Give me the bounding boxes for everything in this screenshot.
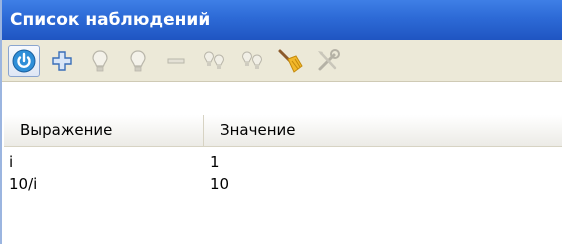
- bulb-button-2[interactable]: [122, 45, 154, 77]
- panel-title: Список наблюдений: [2, 0, 562, 40]
- watch-list-panel: Список наблюдений Выражение Значение i 1…: [0, 0, 562, 244]
- bulbs-button-1[interactable]: [198, 45, 230, 77]
- remove-watch-button[interactable]: [160, 45, 192, 77]
- add-watch-button[interactable]: [46, 45, 78, 77]
- settings-button[interactable]: [312, 45, 344, 77]
- bulbs-icon: [202, 49, 226, 73]
- bulbs-icon: [240, 49, 264, 73]
- table-row[interactable]: 10/i 10: [4, 173, 562, 195]
- watch-table: Выражение Значение i 1 10/i 10: [4, 115, 562, 195]
- bulb-icon: [128, 49, 148, 73]
- value-cell: 10: [210, 175, 230, 193]
- table-header: Выражение Значение: [4, 115, 562, 147]
- table-row[interactable]: i 1: [4, 151, 562, 173]
- tools-icon: [315, 48, 341, 74]
- expression-cell: i: [9, 153, 14, 171]
- bulb-button-1[interactable]: [84, 45, 116, 77]
- expression-cell: 10/i: [9, 175, 38, 193]
- bulbs-button-2[interactable]: [236, 45, 268, 77]
- toggle-watch-button[interactable]: [8, 44, 40, 77]
- column-header-value[interactable]: Значение: [204, 115, 562, 146]
- toolbar: [2, 40, 562, 82]
- remove-icon: [165, 50, 187, 72]
- power-icon: [12, 49, 36, 73]
- clear-watches-button[interactable]: [274, 45, 306, 77]
- value-cell: 1: [210, 153, 220, 171]
- bulb-icon: [90, 49, 110, 73]
- column-header-expression[interactable]: Выражение: [4, 115, 204, 146]
- broom-icon: [276, 48, 304, 74]
- add-icon: [51, 50, 73, 72]
